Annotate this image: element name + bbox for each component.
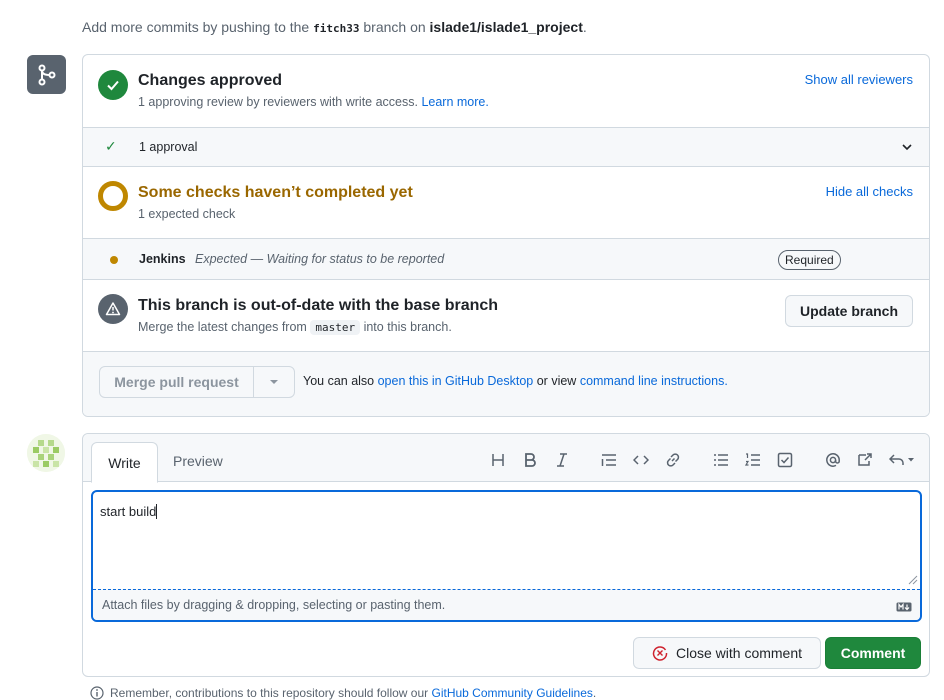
close-with-comment-button[interactable]: Close with comment [633, 637, 821, 669]
merge-status-box: Changes approved 1 approving review by r… [82, 54, 930, 417]
remember-prefix: Remember, contributions to this reposito… [110, 686, 429, 700]
close-with-comment-label: Close with comment [675, 645, 803, 661]
out-of-date-sub-prefix: Merge the latest changes from [138, 320, 307, 334]
merge-button-group: Merge pull request [99, 366, 295, 398]
avatar[interactable] [27, 434, 65, 472]
italic-icon[interactable] [552, 450, 572, 470]
required-badge: Required [778, 250, 841, 270]
check-name: Jenkins [139, 252, 186, 266]
approval-count: 1 approval [139, 140, 198, 154]
out-of-date-title: This branch is out-of-date with the base… [138, 297, 499, 314]
changes-approved-title: Changes approved [138, 72, 283, 89]
pending-ring-icon [98, 181, 128, 211]
comment-tabbar: Write Preview [83, 434, 929, 483]
markdown-icon[interactable] [896, 599, 912, 615]
merge-note-middle: or view [536, 374, 577, 388]
text-caret [156, 504, 158, 519]
approval-row[interactable]: ✓ 1 approval [83, 128, 929, 167]
merge-options-dropdown[interactable] [254, 367, 294, 397]
comment-textarea[interactable]: start build Attach files by dragging & d… [91, 490, 922, 622]
push-hint: Add more commits by pushing to the fitch… [82, 19, 587, 35]
mention-icon[interactable] [823, 450, 843, 470]
jenkins-check-row: Jenkins Expected — Waiting for status to… [83, 239, 929, 280]
changes-approved-section: Changes approved 1 approving review by r… [83, 55, 929, 128]
show-all-reviewers-link[interactable]: Show all reviewers [805, 72, 913, 87]
head-branch-name: fitch33 [313, 22, 360, 35]
checks-subtitle: 1 expected check [138, 207, 236, 221]
merge-pull-request-button[interactable]: Merge pull request [100, 367, 254, 397]
hide-all-checks-link[interactable]: Hide all checks [826, 184, 913, 199]
merge-alternatives-note: You can also open this in GitHub Desktop… [303, 374, 728, 388]
comment-form: Write Preview start build Attach files b… [82, 433, 930, 677]
triangle-down-icon [270, 380, 278, 384]
pending-dot-icon [110, 256, 118, 264]
base-branch-name: master [310, 320, 361, 335]
changes-approved-subtitle: 1 approving review by reviewers with wri… [138, 95, 489, 109]
merge-actions-section: Merge pull request You can also open thi… [83, 352, 929, 416]
tab-preview[interactable]: Preview [173, 453, 223, 469]
out-of-date-sub-suffix: into this branch. [363, 320, 452, 334]
cross-reference-icon[interactable] [855, 450, 875, 470]
open-in-desktop-link[interactable]: open this in GitHub Desktop [378, 374, 534, 388]
push-hint-suffix: . [582, 19, 587, 35]
remember-suffix: . [592, 686, 597, 700]
check-icon: ✓ [105, 138, 117, 154]
ordered-list-icon[interactable] [743, 450, 763, 470]
checks-section: Some checks haven’t completed yet 1 expe… [83, 167, 929, 239]
comment-button[interactable]: Comment [825, 637, 921, 669]
chevron-down-icon[interactable] [901, 140, 913, 156]
link-icon[interactable] [663, 450, 683, 470]
learn-more-link[interactable]: Learn more. [421, 95, 488, 109]
resize-handle-icon[interactable] [908, 572, 918, 588]
out-of-date-section: This branch is out-of-date with the base… [83, 280, 929, 352]
alert-icon [98, 294, 128, 324]
check-description: Expected — Waiting for status to be repo… [195, 252, 445, 266]
bold-icon[interactable] [520, 450, 540, 470]
comment-text: start build [100, 504, 158, 519]
comment-text-value: start build [100, 504, 157, 519]
command-line-instructions-link[interactable]: command line instructions [580, 374, 725, 388]
info-icon [90, 686, 104, 700]
approved-subtitle-text: 1 approving review by reviewers with wri… [138, 95, 418, 109]
repo-name: islade1/islade1_project [429, 19, 583, 35]
merge-note-prefix: You can also [303, 374, 375, 388]
attach-files-hint: Attach files by dragging & dropping, sel… [102, 598, 446, 612]
tab-write[interactable]: Write [91, 442, 158, 483]
code-icon[interactable] [631, 450, 651, 470]
git-merge-icon [27, 55, 66, 94]
out-of-date-subtitle: Merge the latest changes from master int… [138, 320, 452, 335]
quote-icon[interactable] [599, 450, 619, 470]
push-hint-middle: branch on [363, 19, 426, 35]
check-circle-icon [98, 70, 128, 100]
push-hint-prefix: Add more commits by pushing to the [82, 19, 310, 35]
community-guidelines-note: Remember, contributions to this reposito… [90, 686, 596, 700]
unordered-list-icon[interactable] [711, 450, 731, 470]
issue-closed-icon [652, 646, 668, 661]
community-guidelines-link[interactable]: GitHub Community Guidelines [432, 686, 593, 700]
merge-note-suffix: . [724, 374, 728, 388]
attach-files-bar[interactable]: Attach files by dragging & dropping, sel… [93, 589, 920, 620]
checks-title: Some checks haven’t completed yet [138, 184, 413, 201]
reply-dropdown-icon[interactable] [887, 450, 917, 470]
task-list-icon[interactable] [775, 450, 795, 470]
heading-icon[interactable] [488, 450, 508, 470]
update-branch-button[interactable]: Update branch [785, 295, 913, 327]
